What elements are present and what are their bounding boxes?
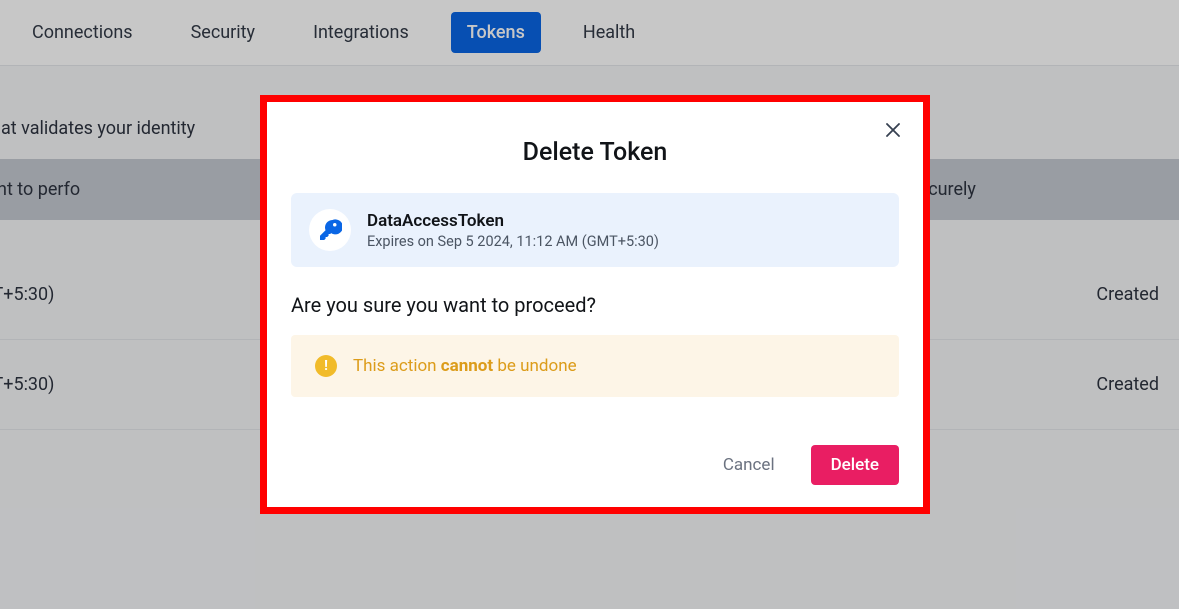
close-button[interactable] <box>879 116 907 144</box>
delete-button[interactable]: Delete <box>811 445 899 485</box>
cancel-button[interactable]: Cancel <box>703 445 795 485</box>
confirm-text: Are you sure you want to proceed? <box>291 293 899 317</box>
key-icon <box>309 209 351 251</box>
warning-strong: cannot <box>441 356 493 376</box>
warning-prefix: This action <box>353 356 441 376</box>
token-name: DataAccessToken <box>367 211 659 231</box>
close-icon <box>885 122 901 138</box>
token-summary-card: DataAccessToken Expires on Sep 5 2024, 1… <box>291 193 899 267</box>
modal-title: Delete Token <box>291 138 899 167</box>
warning-icon: ! <box>315 355 337 377</box>
warning-text: This action cannot be undone <box>353 356 577 376</box>
warning-panel: ! This action cannot be undone <box>291 335 899 397</box>
modal-actions: Cancel Delete <box>291 445 899 485</box>
token-expires: Expires on Sep 5 2024, 11:12 AM (GMT+5:3… <box>367 233 659 250</box>
warning-suffix: be undone <box>493 356 576 376</box>
delete-token-modal: Delete Token DataAccessToken Expires on … <box>260 95 930 514</box>
token-meta: DataAccessToken Expires on Sep 5 2024, 1… <box>367 211 659 250</box>
